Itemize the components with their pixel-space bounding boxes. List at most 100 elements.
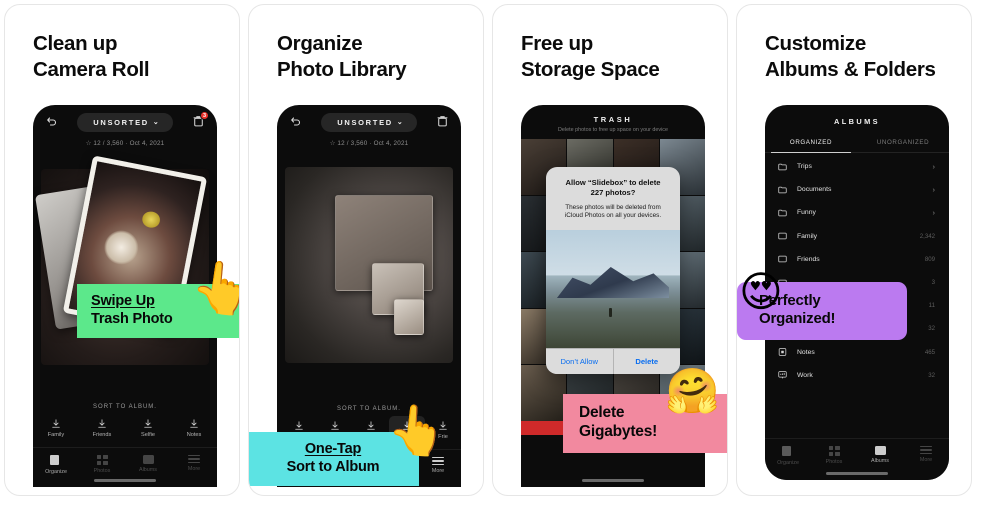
download-icon xyxy=(295,421,303,430)
download-icon xyxy=(144,419,152,428)
photo-stage xyxy=(33,147,217,397)
tab-organize[interactable]: Organize xyxy=(33,455,79,475)
notes-icon xyxy=(778,348,787,356)
download-icon xyxy=(98,419,106,428)
albums-list: Trips › Documents › Funny › Family 2,342 xyxy=(765,153,949,389)
albums-icon xyxy=(142,455,154,464)
album-shortcut-label: Family xyxy=(47,432,65,438)
screenshot-panel-1: Clean up Camera Roll UNSORTED ⌄ 3 ☆ 12 /… xyxy=(4,4,240,496)
tab-more[interactable]: More xyxy=(903,446,949,466)
album-shortcut-label: Friends xyxy=(92,432,112,438)
undo-icon[interactable] xyxy=(290,116,302,128)
pointing-hand-emoji: 👆 xyxy=(187,254,240,322)
album-row[interactable]: Family 2,342 xyxy=(765,225,949,248)
photos-grid-icon xyxy=(96,455,108,465)
organize-icon xyxy=(781,446,795,457)
page-title: Clean up Camera Roll xyxy=(33,32,150,82)
unsorted-dropdown[interactable]: UNSORTED ⌄ xyxy=(77,112,173,132)
tab-label: More xyxy=(187,466,201,472)
album-shortcut-label: Notes xyxy=(186,432,202,438)
album-row[interactable]: Trips › xyxy=(765,155,949,178)
album-shortcut[interactable]: Notes xyxy=(171,414,217,441)
segment-unorganized[interactable]: UNORGANIZED xyxy=(857,135,949,152)
tab-organize[interactable]: Organize xyxy=(765,446,811,466)
album-row[interactable]: Notes 465 xyxy=(765,341,949,364)
home-indicator xyxy=(582,479,644,482)
album-shortcut[interactable]: Selfie xyxy=(125,414,171,441)
dialog-title: Allow “Slidebox” to delete 227 photos? xyxy=(565,178,661,198)
callout-line-2: Sort to Album xyxy=(286,458,380,475)
unsorted-dropdown[interactable]: UNSORTED ⌄ xyxy=(321,112,417,132)
page-title: Free up Storage Space xyxy=(521,32,660,82)
album-name: Notes xyxy=(797,348,815,356)
photo-meta: ☆ 12 / 3,560 · Oct 4, 2021 xyxy=(85,140,165,147)
album-name: Work xyxy=(797,371,813,379)
tab-more[interactable]: More xyxy=(171,455,217,475)
folder-icon xyxy=(778,163,787,170)
trash-title: TRASH xyxy=(593,115,633,124)
chevron-down-icon: ⌄ xyxy=(152,119,159,126)
dialog-preview-image xyxy=(546,229,680,348)
more-menu-icon xyxy=(188,455,200,463)
album-row[interactable]: Friends 809 xyxy=(765,248,949,271)
album-count: 465 xyxy=(924,348,935,356)
chevron-right-icon: › xyxy=(932,208,936,218)
photo-meta: ☆ 12 / 3,560 · Oct 4, 2021 xyxy=(329,140,409,147)
album-shortcut-label: Selfie xyxy=(141,432,155,438)
unsorted-label: UNSORTED xyxy=(93,117,149,127)
album-count: 2,342 xyxy=(919,232,935,240)
albums-title: ALBUMS xyxy=(833,117,880,126)
chart-icon xyxy=(778,371,787,379)
tab-label: Photos xyxy=(825,459,843,465)
album-shortcut[interactable]: Friends xyxy=(79,414,125,441)
album-name: Trips xyxy=(797,163,812,171)
app-topbar: UNSORTED ⌄ xyxy=(277,105,461,139)
album-count: 32 xyxy=(928,325,935,333)
tab-label: Photos xyxy=(93,468,111,474)
home-indicator xyxy=(94,479,156,482)
segment-organized[interactable]: ORGANIZED xyxy=(765,135,857,154)
album-count: 11 xyxy=(928,302,935,310)
app-topbar: UNSORTED ⌄ 3 xyxy=(33,105,217,139)
tab-label: Albums xyxy=(139,467,157,473)
folder-icon xyxy=(778,209,787,217)
tab-albums[interactable]: Albums xyxy=(125,455,171,475)
album-row[interactable]: Funny › xyxy=(765,201,949,224)
organize-icon xyxy=(49,455,63,466)
album-count: 32 xyxy=(928,371,935,379)
screenshot-panel-4: Customize Albums & Folders ALBUMS ORGANI… xyxy=(736,4,972,496)
album-shortcut-row: Family Friends Selfie Notes xyxy=(33,412,217,447)
undo-icon[interactable] xyxy=(46,116,58,128)
tab-albums[interactable]: Albums xyxy=(857,446,903,466)
download-icon xyxy=(190,419,198,428)
download-icon xyxy=(331,421,339,430)
photo-thumbnail[interactable] xyxy=(394,299,424,335)
albums-segmented-control: ORGANIZED UNORGANIZED xyxy=(765,135,949,154)
album-name: Family xyxy=(797,232,818,240)
album-name: Documents xyxy=(797,186,832,194)
trash-icon[interactable] xyxy=(436,114,449,128)
page-title: Organize Photo Library xyxy=(277,32,407,82)
album-row[interactable]: Documents › xyxy=(765,178,949,201)
download-icon xyxy=(52,419,60,428)
tab-photos[interactable]: Photos xyxy=(79,455,125,475)
tab-photos[interactable]: Photos xyxy=(811,446,857,466)
folder-icon xyxy=(778,186,787,194)
chevron-right-icon: › xyxy=(932,162,936,172)
callout-line-2: Gigabytes! xyxy=(579,422,658,440)
tab-label: More xyxy=(919,457,933,463)
album-name: Funny xyxy=(797,209,816,217)
albums-icon xyxy=(874,446,886,455)
page-title: Customize Albums & Folders xyxy=(765,32,936,82)
dont-allow-button[interactable]: Don’t Allow xyxy=(546,348,613,374)
album-shortcut[interactable]: Family xyxy=(33,414,79,441)
trash-subtitle: Delete photos to free up space on your d… xyxy=(558,127,668,133)
chevron-down-icon: ⌄ xyxy=(396,119,403,126)
trash-header: TRASH Delete photos to free up space on … xyxy=(521,105,705,139)
dialog-body: These photos will be deleted from iCloud… xyxy=(564,203,662,220)
album-row[interactable]: Work 32 xyxy=(765,364,949,387)
screenshot-gallery: Clean up Camera Roll UNSORTED ⌄ 3 ☆ 12 /… xyxy=(0,0,992,505)
download-icon xyxy=(367,421,375,430)
system-permission-dialog: Allow “Slidebox” to delete 227 photos? T… xyxy=(546,167,680,374)
album-count: 809 xyxy=(924,255,935,263)
